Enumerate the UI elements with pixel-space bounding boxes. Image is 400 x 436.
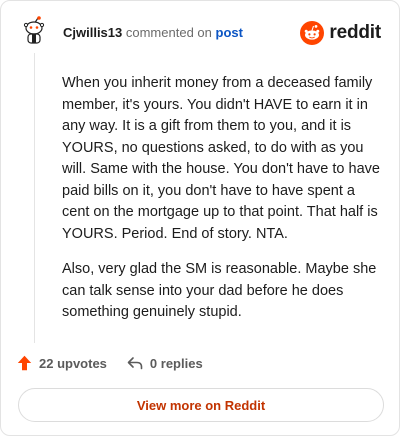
- thread-line: [34, 53, 35, 343]
- comment-paragraph: Also, very glad the SM is reasonable. Ma…: [62, 261, 377, 320]
- comment-actions: 22 upvotes 0 replies: [17, 355, 203, 371]
- upvote-arrow-icon: [17, 355, 32, 371]
- upvote-count: 22 upvotes: [39, 355, 107, 371]
- comment-header: Cjwillis13 commented on post: [63, 25, 243, 40]
- comment-paragraph: When you inherit money from a deceased f…: [62, 75, 380, 242]
- snoo-avatar-icon: [23, 16, 45, 44]
- embedded-comment-card: Cjwillis13 commented on post reddit When…: [0, 0, 400, 436]
- view-more-label: View more on Reddit: [136, 397, 266, 413]
- post-link[interactable]: post: [216, 25, 243, 40]
- reddit-wordmark: reddit: [329, 22, 381, 43]
- reply-count: 0 replies: [149, 355, 203, 371]
- view-more-on-reddit-button[interactable]: View more on Reddit: [18, 388, 384, 422]
- upvote-button[interactable]: 22 upvotes: [17, 355, 107, 371]
- reddit-snoo-logo-icon: [300, 21, 325, 45]
- comment-body: When you inherit money from a deceased f…: [62, 73, 380, 338]
- reply-button[interactable]: 0 replies: [127, 356, 203, 371]
- commented-on-text: commented on: [125, 25, 212, 40]
- reddit-logo[interactable]: reddit: [300, 21, 381, 45]
- username[interactable]: Cjwillis13: [63, 25, 122, 40]
- reply-arrow-icon: [127, 357, 143, 370]
- avatar[interactable]: [19, 15, 49, 45]
